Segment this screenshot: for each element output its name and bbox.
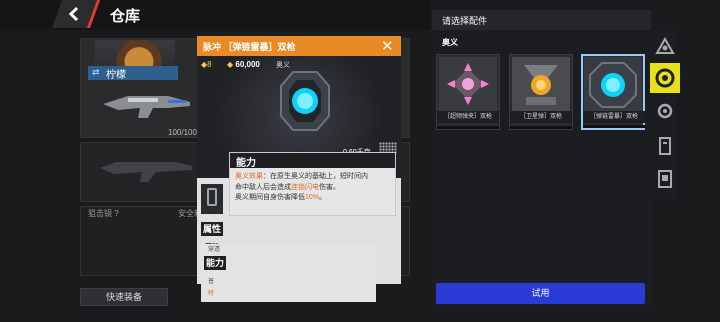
satellite-round-icon: [524, 65, 558, 105]
close-icon[interactable]: ✕: [381, 37, 394, 55]
secondary-weapon-image: [100, 162, 192, 182]
ability-line2-pre: 命中敌人后会造成: [235, 183, 291, 191]
attachment-panel-title: 请选择配件: [442, 16, 488, 26]
muzzle-type-button[interactable]: [654, 100, 676, 122]
ability-heading: 能力: [236, 158, 256, 169]
overclock-mag-icon: [447, 63, 489, 105]
attachment-thumb: [584, 57, 642, 111]
damage-reduction-value: 10%: [305, 194, 320, 201]
ability-heading-side: 能力: [204, 256, 226, 270]
ability-line3-pre: 奥义期间自身伤害降低: [235, 194, 305, 201]
chain-lightning-text: 连锁闪电: [291, 183, 319, 191]
magazine-type-button[interactable]: [654, 135, 676, 157]
attachment-model-image: [280, 71, 330, 131]
side-cut-2: 特: [208, 291, 215, 297]
attachment-card-satellite[interactable]: ［卫星弹］双枪: [509, 54, 573, 130]
attachment-thumb: [512, 57, 570, 111]
ability-effect-label: 奥义效果: [235, 173, 263, 180]
quick-equip-button[interactable]: 快速装备: [80, 288, 168, 306]
magazine-icon: [207, 188, 217, 206]
magazine-icon: [659, 137, 671, 155]
attachment-thumb: [439, 57, 497, 111]
core-icon: [655, 68, 675, 88]
attachment-name: ［弹链雷暴］双枪: [583, 111, 645, 123]
coin-amount-short: ◆8: [201, 60, 212, 69]
attachment-name: ［卫星弹］双枪: [510, 111, 572, 123]
popup-extension: 穿透 能力 普 特: [201, 244, 376, 302]
popup-title: 脉冲 ［弹链雷暴］双枪: [203, 42, 296, 52]
ability-description: 奥义效果：在原生奥义的基础上，短时间内 命中敌人后会造成连锁闪电伤害。 奥义期间…: [235, 172, 392, 204]
side-cut-1: 普: [208, 279, 215, 285]
coin-icon: ◆: [227, 60, 234, 69]
weapon-image: [103, 96, 190, 118]
scope-type-button[interactable]: [654, 36, 676, 58]
category-label: 奥义: [442, 38, 458, 47]
back-arrow-icon: [68, 6, 79, 22]
stock-type-button[interactable]: [654, 168, 676, 190]
attachment-name: ［超频弹夹］双枪: [437, 111, 499, 123]
attachment-card-overclock[interactable]: ［超频弹夹］双枪: [436, 54, 500, 130]
item-price: ◆ 60,000: [227, 60, 260, 69]
try-button[interactable]: 试用: [436, 283, 645, 304]
ability-line2-post: 伤害。: [319, 183, 340, 191]
attributes-heading: 属性: [201, 222, 223, 236]
ability-line3-post: 。: [319, 194, 327, 201]
weapon-name: 柠檬: [106, 70, 126, 81]
ability-tooltip: 能力 奥义效果：在原生奥义的基础上，短时间内 命中敌人后会造成连锁闪电伤害。 奥…: [229, 152, 396, 216]
ability-header: 能力: [230, 153, 395, 169]
triangle-scope-icon: [655, 36, 675, 54]
chain-storm-icon: [589, 62, 637, 108]
swap-icon: ⇄: [92, 67, 100, 77]
weapon-name-tag: ⇄ 柠檬: [88, 66, 178, 81]
ammo-count: 100/100: [168, 128, 197, 137]
gear-icon: [657, 103, 673, 119]
penetrate-label: 穿透: [208, 247, 221, 253]
stock-icon: [658, 170, 672, 188]
page-title: 仓库: [110, 8, 141, 25]
scope-label: 狙击镜 ?: [88, 209, 119, 218]
special-type-button[interactable]: [650, 63, 680, 93]
attachment-card-chain-storm[interactable]: ［弹链雷暴］双枪: [581, 54, 645, 130]
ability-line1: ：在原生奥义的基础上，短时间内: [263, 173, 368, 180]
